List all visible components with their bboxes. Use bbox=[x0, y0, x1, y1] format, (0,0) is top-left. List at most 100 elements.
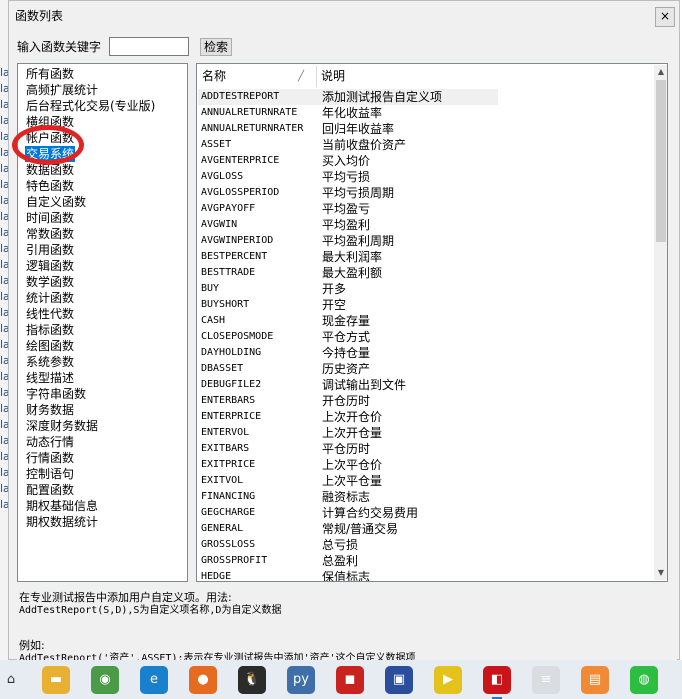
function-row[interactable]: EXITVOL 上次平仓量 bbox=[198, 473, 498, 489]
category-item[interactable]: 后台程式化交易(专业版) bbox=[25, 98, 156, 114]
function-row[interactable]: EXITBARS 平仓历时 bbox=[198, 441, 498, 457]
app-active-icon[interactable]: ◧ bbox=[483, 666, 511, 699]
scroll-down-icon[interactable]: ▼ bbox=[654, 566, 667, 580]
category-item[interactable]: 字符串函数 bbox=[25, 386, 87, 402]
function-name: AVGLOSS bbox=[201, 171, 244, 182]
category-list[interactable]: 所有函数 高频扩展统计 后台程式化交易(专业版) 横组函数 帐户函数 交易系统 数据函数 特色… bbox=[17, 63, 188, 582]
category-item[interactable]: 交易系统 bbox=[25, 146, 76, 162]
function-desc: 今持仓量 bbox=[322, 346, 371, 360]
file-explorer-icon[interactable]: ▬ bbox=[42, 666, 70, 694]
category-item[interactable]: 线性代数 bbox=[25, 306, 75, 322]
app-red-icon[interactable]: ◼ bbox=[336, 666, 364, 694]
search-button[interactable]: 检索 bbox=[200, 38, 232, 56]
qq-icon[interactable]: 🐧 bbox=[238, 666, 266, 694]
scroll-thumb[interactable] bbox=[656, 80, 666, 242]
category-item[interactable]: 数据函数 bbox=[25, 162, 75, 178]
function-name: GENERAL bbox=[201, 523, 244, 534]
scroll-up-icon[interactable]: ▲ bbox=[654, 65, 667, 79]
start-icon[interactable]: ⌂ bbox=[2, 666, 20, 694]
chrome-icon[interactable]: ◉ bbox=[91, 666, 119, 694]
function-row[interactable]: ANNUALRETURNRATER 回归年收益率 bbox=[198, 121, 498, 137]
category-item[interactable]: 绘图函数 bbox=[25, 338, 75, 354]
category-item[interactable]: 逻辑函数 bbox=[25, 258, 75, 274]
function-row[interactable]: DBASSET 历史资产 bbox=[198, 361, 498, 377]
function-row[interactable]: BESTTRADE 最大盈利额 bbox=[198, 265, 498, 281]
player-icon[interactable]: ▶ bbox=[434, 666, 462, 694]
function-desc: 添加测试报告自定义项 bbox=[322, 90, 443, 104]
edge-icon[interactable]: e bbox=[140, 666, 168, 694]
function-name: CASH bbox=[201, 315, 226, 326]
function-row[interactable]: BUY 开多 bbox=[198, 281, 498, 297]
function-row[interactable]: ASSET 当前收盘价资产 bbox=[198, 137, 498, 153]
function-desc: 调试输出到文件 bbox=[322, 378, 407, 392]
category-item[interactable]: 横组函数 bbox=[25, 114, 75, 130]
function-desc: 总盈利 bbox=[322, 554, 359, 568]
search-input[interactable] bbox=[109, 37, 189, 56]
function-name: GROSSPROFIT bbox=[201, 555, 268, 566]
category-item[interactable]: 特色函数 bbox=[25, 178, 75, 194]
briefcase-icon[interactable]: ▤ bbox=[581, 666, 609, 694]
function-row[interactable]: BESTPERCENT 最大利润率 bbox=[198, 249, 498, 265]
function-row[interactable]: ADDTESTREPORT 添加测试报告自定义项 bbox=[198, 89, 498, 105]
function-row[interactable]: AVGLOSSPERIOD 平均亏损周期 bbox=[198, 185, 498, 201]
function-row[interactable]: DEBUGFILE2 调试输出到文件 bbox=[198, 377, 498, 393]
category-item[interactable]: 自定义函数 bbox=[25, 194, 87, 210]
function-name: AVGPAYOFF bbox=[201, 203, 256, 214]
category-item[interactable]: 引用函数 bbox=[25, 242, 75, 258]
function-row[interactable]: ANNUALRETURNRATE 年化收益率 bbox=[198, 105, 498, 121]
function-row[interactable]: ENTERBARS 开仓历时 bbox=[198, 393, 498, 409]
function-name: BESTTRADE bbox=[201, 267, 256, 278]
function-row[interactable]: AVGPAYOFF 平均盈亏 bbox=[198, 201, 498, 217]
function-list[interactable]: 名称 ╱ 说明 ADDTESTREPORT 添加测试报告自定义项 ANNUALRET… bbox=[196, 63, 668, 582]
function-description: 在专业测试报告中添加用户自定义项。用法: AddTestReport(S,D),S… bbox=[17, 587, 677, 661]
close-button[interactable]: × bbox=[655, 7, 675, 27]
category-item[interactable]: 帐户函数 bbox=[25, 130, 75, 146]
function-desc: 当前收盘价资产 bbox=[322, 138, 407, 152]
function-row[interactable]: HEDGE 保值标志 bbox=[198, 569, 498, 581]
category-item[interactable]: 系统参数 bbox=[25, 354, 75, 370]
function-desc: 计算合约交易费用 bbox=[322, 506, 419, 520]
function-row[interactable]: ENTERPRICE 上次开仓价 bbox=[198, 409, 498, 425]
vertical-scrollbar[interactable]: ▲ ▼ bbox=[654, 65, 667, 580]
firefox-icon[interactable]: ● bbox=[189, 666, 217, 694]
function-name: ENTERBARS bbox=[201, 395, 256, 406]
category-item[interactable]: 控制语句 bbox=[25, 466, 75, 482]
category-item[interactable]: 数学函数 bbox=[25, 274, 75, 290]
function-row[interactable]: GROSSLOSS 总亏损 bbox=[198, 537, 498, 553]
category-item[interactable]: 深度财务数据 bbox=[25, 418, 99, 434]
category-item[interactable]: 线型描述 bbox=[25, 370, 75, 386]
function-row[interactable]: ENTERVOL 上次开仓量 bbox=[198, 425, 498, 441]
app-blue-icon[interactable]: ▣ bbox=[385, 666, 413, 694]
category-item[interactable]: 行情函数 bbox=[25, 450, 75, 466]
category-item[interactable]: 期权基础信息 bbox=[25, 498, 99, 514]
category-item[interactable]: 高频扩展统计 bbox=[25, 82, 99, 98]
category-item[interactable]: 动态行情 bbox=[25, 434, 75, 450]
function-desc: 开多 bbox=[322, 282, 347, 296]
category-item[interactable]: 指标函数 bbox=[25, 322, 75, 338]
category-item[interactable]: 期权数据统计 bbox=[25, 514, 99, 530]
wechat-icon[interactable]: ◍ bbox=[630, 666, 658, 694]
function-row[interactable]: AVGWINPERIOD 平均盈利周期 bbox=[198, 233, 498, 249]
function-name: GROSSLOSS bbox=[201, 539, 256, 550]
function-row[interactable]: GEGCHARGE 计算合约交易费用 bbox=[198, 505, 498, 521]
python-icon[interactable]: py bbox=[287, 666, 315, 694]
category-item[interactable]: 所有函数 bbox=[25, 66, 75, 82]
function-row[interactable]: GENERAL 常规/普通交易 bbox=[198, 521, 498, 537]
function-row[interactable]: AVGWIN 平均盈利 bbox=[198, 217, 498, 233]
function-row[interactable]: DAYHOLDING 今持仓量 bbox=[198, 345, 498, 361]
function-row[interactable]: CLOSEPOSMODE 平仓方式 bbox=[198, 329, 498, 345]
function-row[interactable]: BUYSHORT 开空 bbox=[198, 297, 498, 313]
category-item[interactable]: 统计函数 bbox=[25, 290, 75, 306]
function-row[interactable]: AVGLOSS 平均亏损 bbox=[198, 169, 498, 185]
app-stripe-icon[interactable]: ≡ bbox=[532, 666, 560, 694]
category-item[interactable]: 配置函数 bbox=[25, 482, 75, 498]
category-item[interactable]: 时间函数 bbox=[25, 210, 75, 226]
column-header-desc[interactable]: 说明 bbox=[317, 66, 497, 87]
function-row[interactable]: EXITPRICE 上次平仓价 bbox=[198, 457, 498, 473]
function-row[interactable]: AVGENTERPRICE 买入均价 bbox=[198, 153, 498, 169]
function-row[interactable]: GROSSPROFIT 总盈利 bbox=[198, 553, 498, 569]
function-row[interactable]: FINANCING 融资标志 bbox=[198, 489, 498, 505]
function-row[interactable]: CASH 现金存量 bbox=[198, 313, 498, 329]
category-item[interactable]: 常数函数 bbox=[25, 226, 75, 242]
category-item[interactable]: 财务数据 bbox=[25, 402, 75, 418]
